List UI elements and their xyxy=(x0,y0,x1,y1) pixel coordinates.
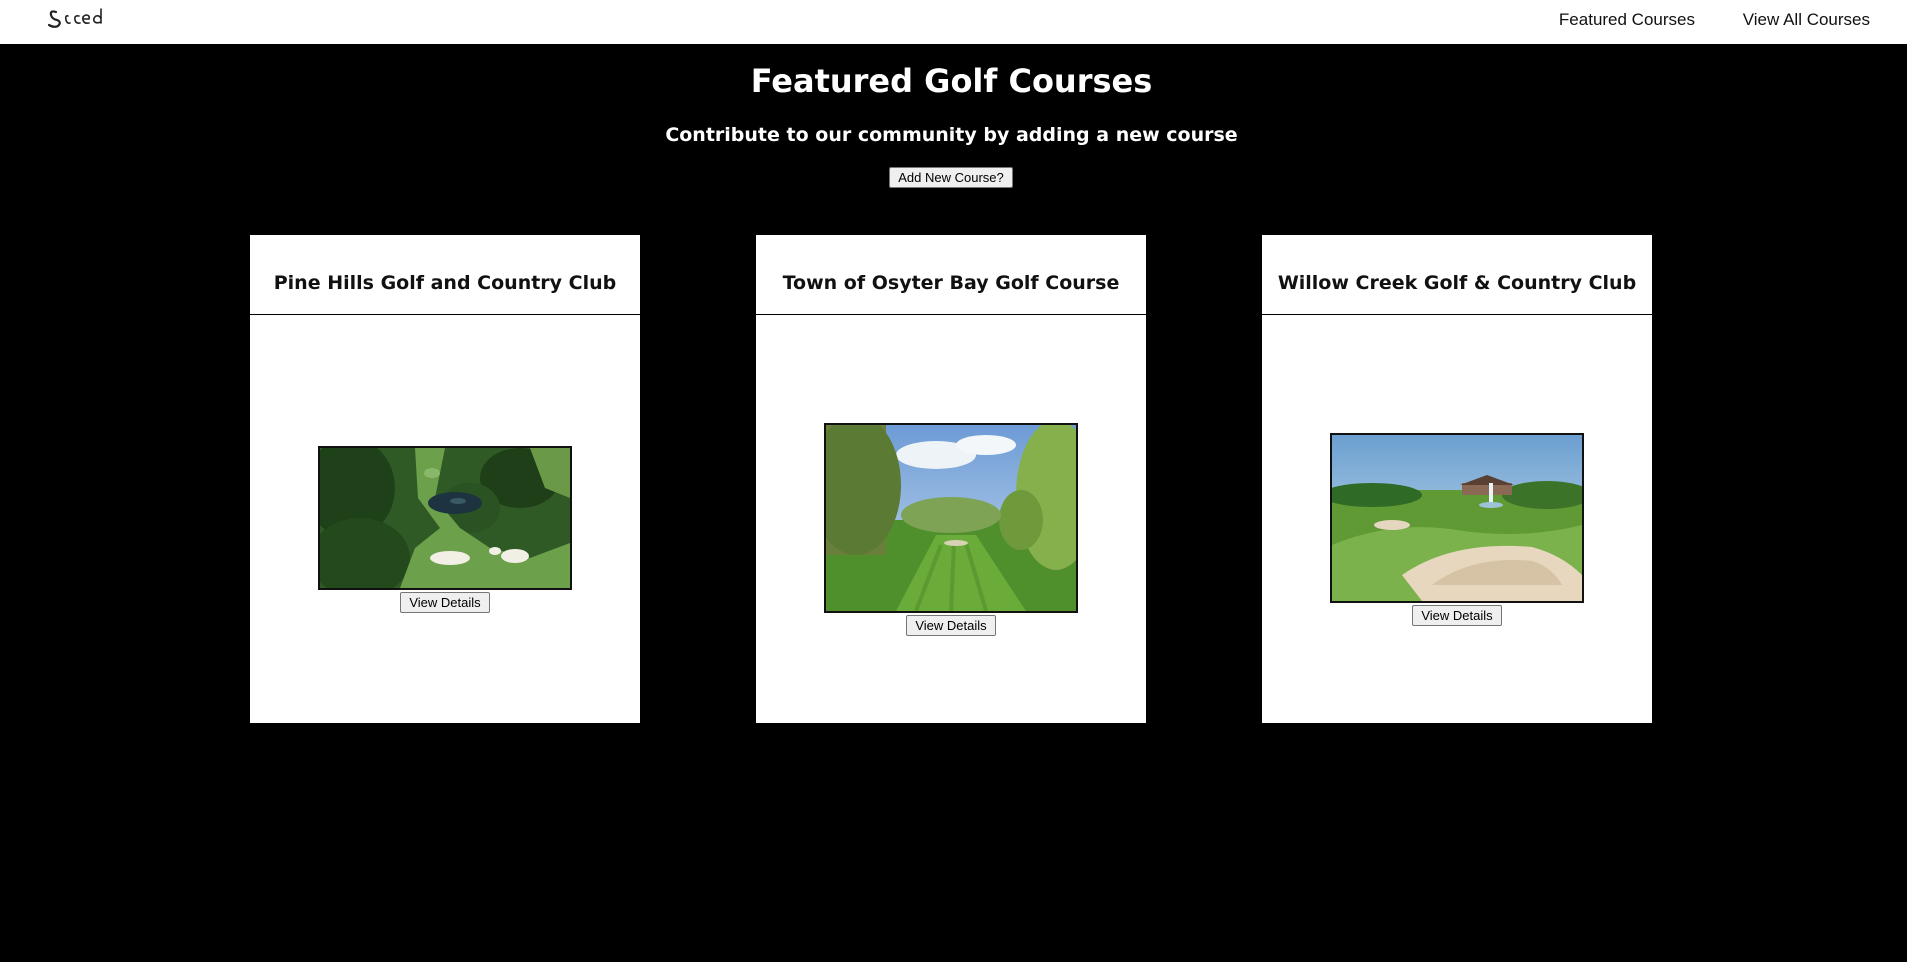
course-title: Pine Hills Golf and Country Club xyxy=(273,272,617,294)
clubhouse-golf-course-photo xyxy=(1330,433,1584,603)
course-card: Town of Osyter Bay Golf Course View Deta… xyxy=(756,235,1146,723)
course-card: Pine Hills Golf and Country Club View De… xyxy=(250,235,640,723)
aerial-golf-course-photo xyxy=(318,446,572,590)
nav-link-view-all-courses[interactable]: View All Courses xyxy=(1743,10,1870,30)
course-card: Willow Creek Golf & Country Club View De… xyxy=(1262,235,1652,723)
view-details-button[interactable]: View Details xyxy=(1412,605,1502,626)
add-new-course-button[interactable]: Add New Course? xyxy=(889,167,1013,188)
logo-image xyxy=(47,8,102,28)
page-title: Featured Golf Courses xyxy=(750,62,1153,100)
card-header: Pine Hills Golf and Country Club xyxy=(250,235,640,315)
card-header: Willow Creek Golf & Country Club xyxy=(1262,235,1652,315)
logo[interactable] xyxy=(46,4,108,30)
fairway-golf-course-photo xyxy=(824,423,1078,613)
page-subtitle: Contribute to our community by adding a … xyxy=(665,124,1238,146)
course-title: Willow Creek Golf & Country Club xyxy=(1277,272,1637,294)
view-details-button[interactable]: View Details xyxy=(906,615,996,636)
course-title: Town of Osyter Bay Golf Course xyxy=(782,272,1120,294)
view-details-button[interactable]: View Details xyxy=(400,592,490,613)
navbar: Featured Courses View All Courses xyxy=(0,0,1907,44)
card-header: Town of Osyter Bay Golf Course xyxy=(756,235,1146,315)
nav-link-featured-courses[interactable]: Featured Courses xyxy=(1559,10,1695,30)
